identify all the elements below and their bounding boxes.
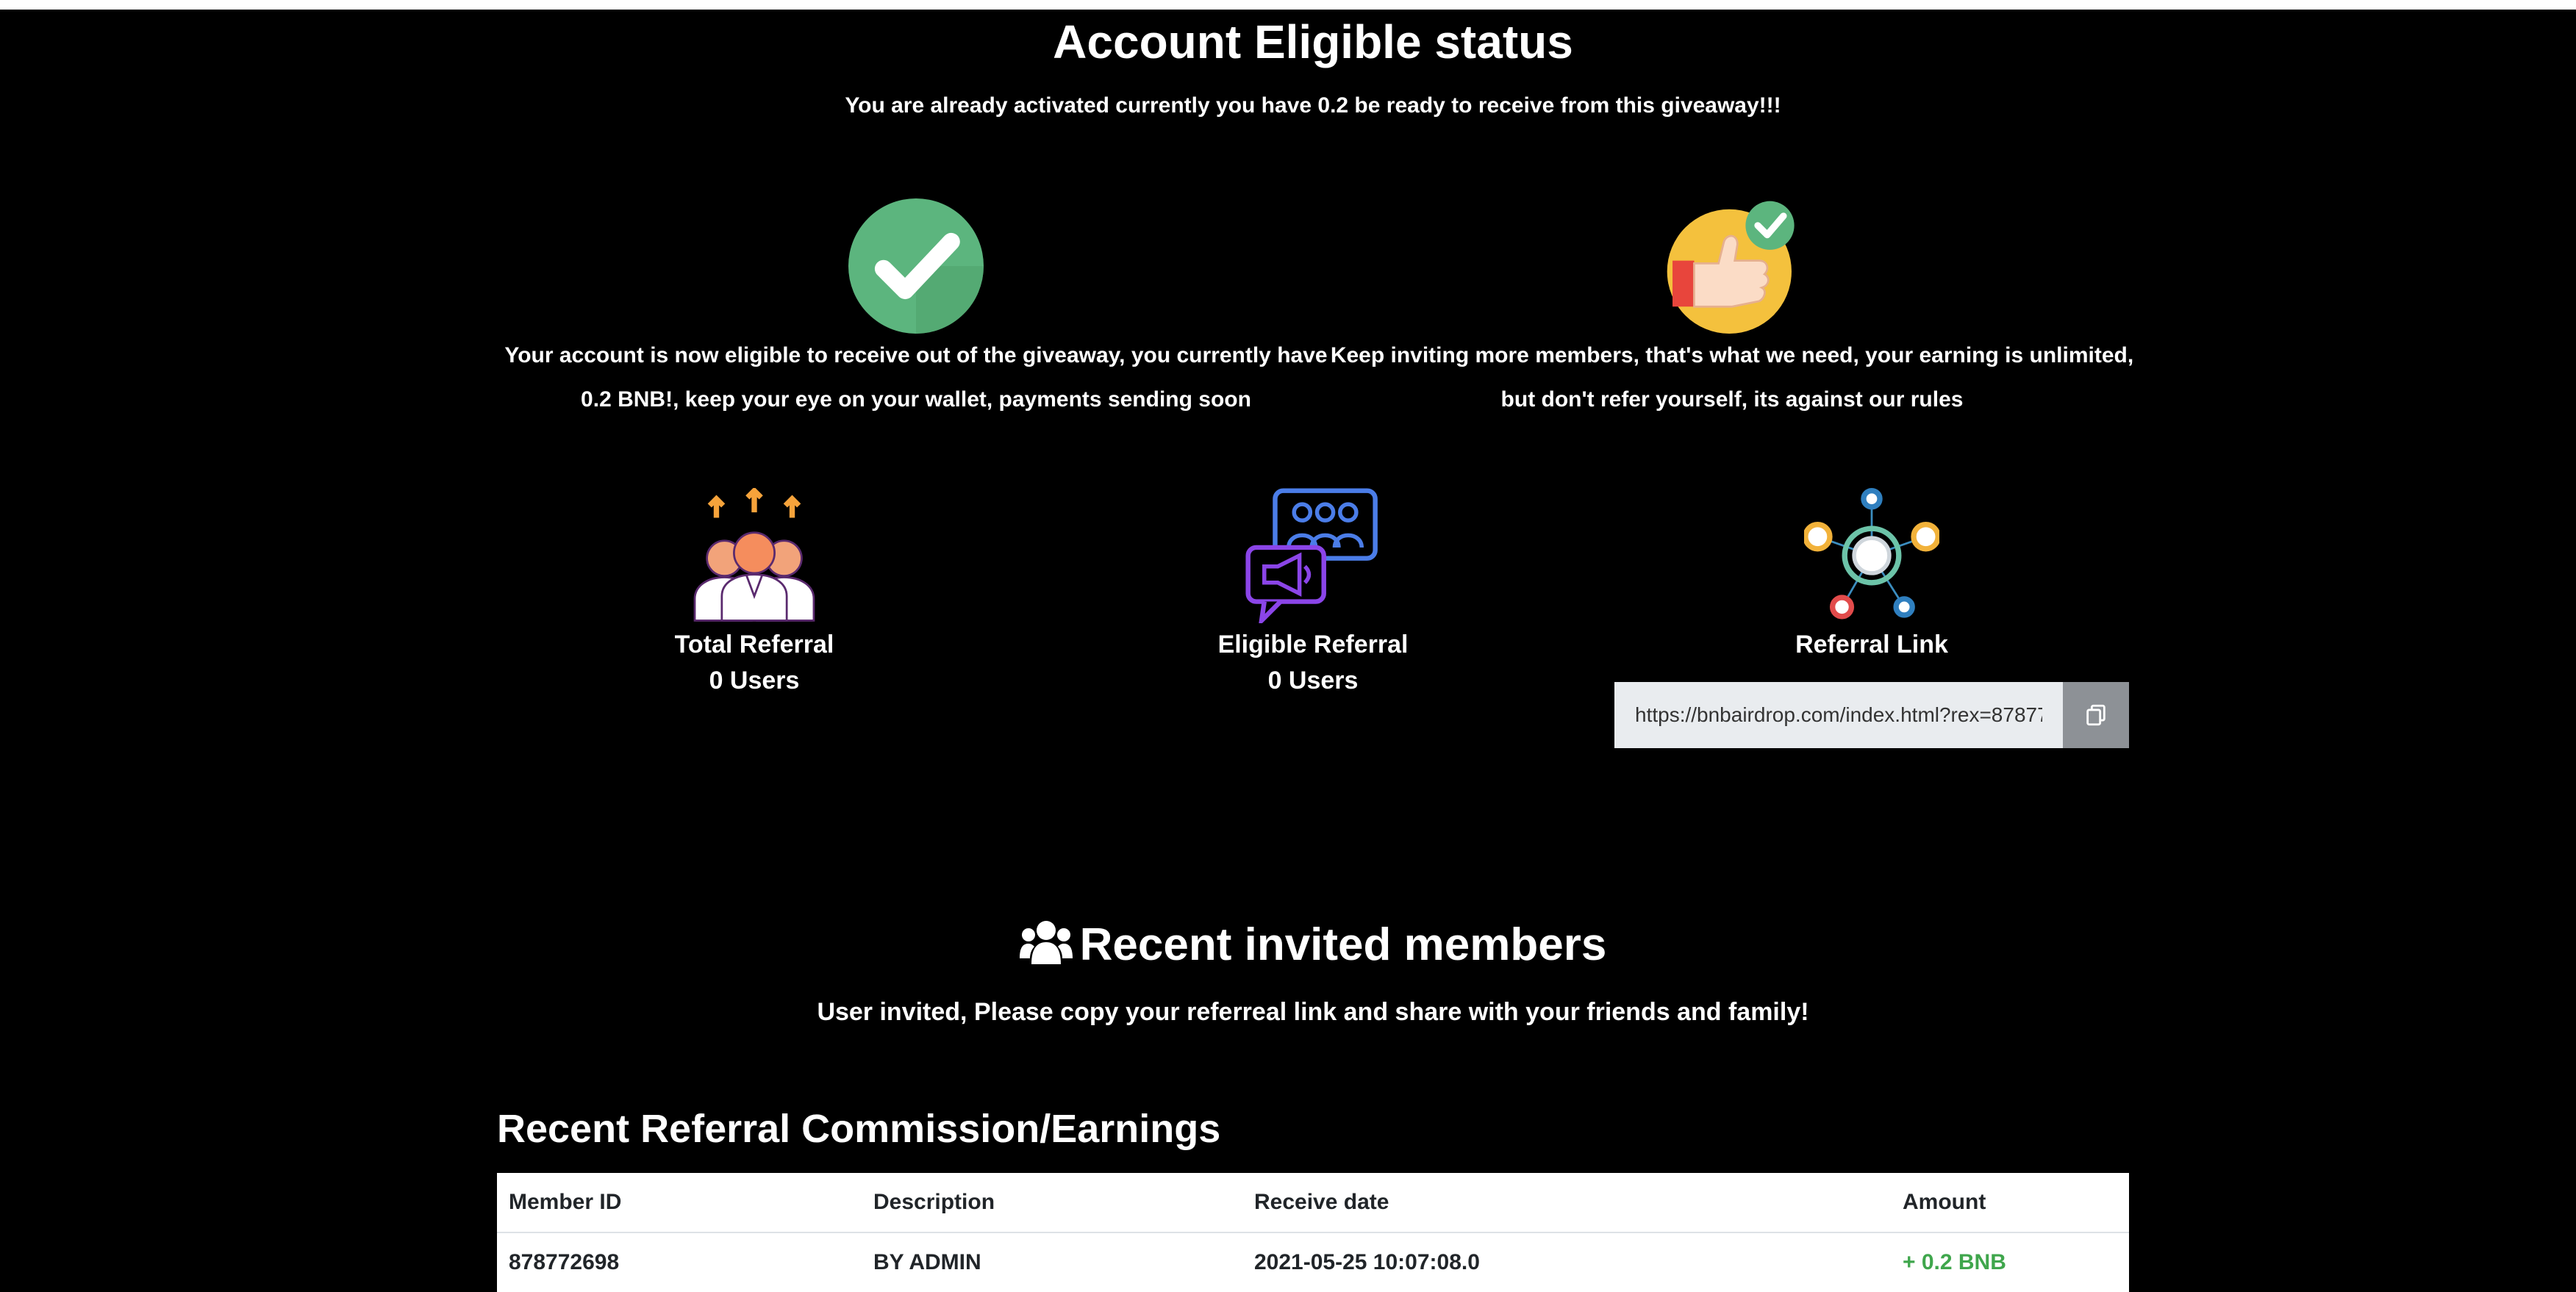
column-header-receive-date: Receive date [1242,1173,1891,1233]
table-row: 878772698 BY ADMIN 2021-05-25 10:07:08.0… [497,1232,2129,1292]
earnings-title: Recent Referral Commission/Earnings [497,1107,1221,1151]
cell-amount: + 0.2 BNB [1903,1250,2006,1274]
invite-card: Keep inviting more members, that's what … [1320,198,2144,422]
page-subtitle: You are already activated currently you … [845,93,1781,118]
eligible-text-line2: 0.2 BNB!, keep your eye on your wallet, … [581,387,1251,412]
thumbs-up-check-icon [1667,201,1795,334]
referral-link-title: Referral Link [1795,631,1948,658]
referral-link-input[interactable] [1614,682,2063,748]
top-bar [0,0,2576,10]
table-header-row: Member ID Description Receive date Amoun… [497,1173,2129,1233]
copy-link-button[interactable] [2063,682,2129,748]
eligible-text-line1: Your account is now eligible to receive … [504,343,1328,367]
cell-member-id: 878772698 [509,1250,620,1274]
checkmark-circle-icon [848,198,984,334]
total-referral-title: Total Referral [674,631,834,658]
column-header-amount: Amount [1891,1173,2129,1233]
eligible-referral-value: 0 Users [1267,667,1359,695]
members-section-title: Recent invited members [497,919,2129,971]
eligible-card: Your account is now eligible to receive … [497,198,1335,422]
earnings-table: Member ID Description Receive date Amoun… [497,1173,2129,1292]
eligible-referral-stat: Eligible Referral 0 Users [1129,488,1497,695]
invite-text-line1: Keep inviting more members, that's what … [1330,343,2134,367]
referral-link-group [1614,682,2129,748]
copy-icon [2086,704,2105,726]
team-growth-icon [693,488,815,622]
eligible-referral-title: Eligible Referral [1217,631,1409,658]
network-nodes-icon [1804,488,1939,620]
column-header-description: Description [862,1173,1242,1233]
cell-description: BY ADMIN [873,1250,981,1274]
invite-text-line2: but don't refer yourself, its against ou… [1500,387,1964,412]
total-referral-stat: Total Referral 0 Users [570,488,938,695]
group-megaphone-icon [1245,488,1378,623]
members-subtitle: User invited, Please copy your referreal… [817,998,1809,1026]
referral-link-stat: Referral Link [1688,488,2056,659]
page-title: Account Eligible status [1053,15,1573,68]
column-header-member-id: Member ID [497,1173,862,1233]
cell-receive-date: 2021-05-25 10:07:08.0 [1254,1250,1480,1274]
total-referral-value: 0 Users [709,667,800,695]
users-icon [1019,921,1073,964]
members-title-text: Recent invited members [1079,919,1607,970]
